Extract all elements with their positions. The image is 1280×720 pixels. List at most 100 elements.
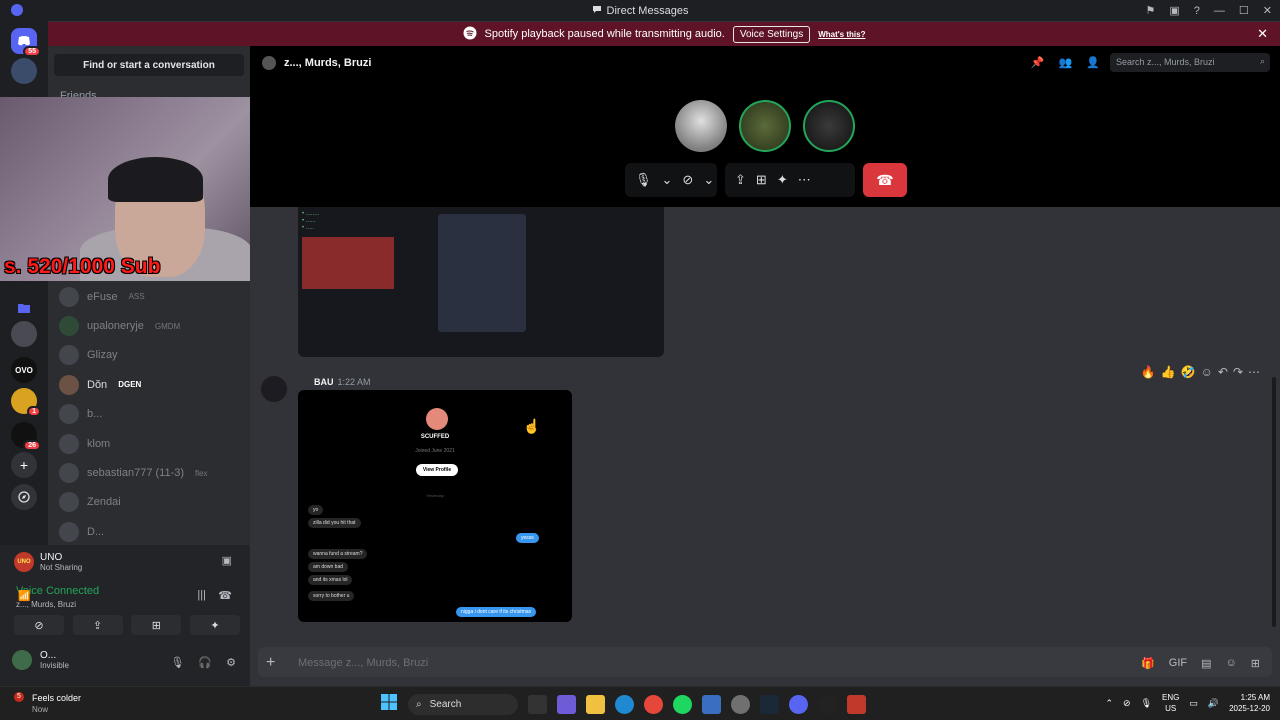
sticker-icon[interactable]: ▤ — [1201, 657, 1211, 670]
task-view-icon[interactable] — [528, 695, 547, 714]
voice-settings-button[interactable]: Voice Settings — [732, 25, 811, 43]
reply-icon[interactable]: ↶ — [1218, 365, 1228, 379]
dm-item[interactable]: Glizay — [48, 341, 250, 370]
dm-item[interactable]: upaloneryje GMDM — [48, 311, 250, 340]
mic-icon[interactable]: 🎙 — [170, 656, 184, 669]
screen-share-button[interactable]: ⇪ — [72, 615, 123, 635]
participant-avatar[interactable] — [675, 100, 727, 152]
copilot-icon[interactable] — [557, 695, 576, 714]
add-friends-icon[interactable]: 👥 — [1059, 56, 1073, 69]
message-image[interactable]: • ........ • ...... • ..... — [298, 207, 664, 357]
mic-icon[interactable]: 🎙 — [635, 172, 652, 188]
chevron-up-icon[interactable]: ⌃ — [1105, 698, 1113, 709]
participant-avatar[interactable] — [739, 100, 791, 152]
guild-icon[interactable]: 1 — [11, 388, 41, 417]
language-indicator[interactable]: ENG US — [1162, 692, 1179, 714]
chevron-down-icon[interactable]: ⌄ — [703, 172, 714, 188]
start-icon[interactable] — [380, 693, 398, 716]
dm-tag: flex — [195, 468, 208, 478]
dm-item[interactable]: Zendai — [48, 488, 250, 517]
dm-item[interactable]: sebastian777 (11-3) flex — [48, 458, 250, 487]
reaction-fire[interactable]: 🔥 — [1141, 365, 1156, 379]
search-input[interactable]: Search z..., Murds, Bruzi ⌕ — [1110, 53, 1270, 72]
emoji-icon[interactable]: ☺ — [1226, 657, 1237, 670]
chevron-down-icon[interactable]: ⌄ — [662, 172, 673, 188]
edge-icon[interactable] — [615, 695, 634, 714]
activity-row[interactable]: UNO UNO Not Sharing — [14, 552, 82, 572]
add-reaction-icon[interactable]: ☺ — [1201, 365, 1213, 379]
hang-up-button[interactable]: ☎ — [863, 163, 907, 197]
clock[interactable]: 1:25 AM 2025-12-20 — [1229, 692, 1270, 714]
close-window-button[interactable]: ✕ — [1263, 4, 1272, 17]
forward-icon[interactable]: ↷ — [1233, 365, 1243, 379]
ovo-guild-icon[interactable]: OVO — [11, 357, 37, 383]
spotify-icon[interactable] — [673, 695, 692, 714]
network-off-icon[interactable]: ⊘ — [1123, 698, 1131, 709]
gift-icon[interactable]: 🎁 — [1141, 657, 1155, 670]
scrollbar[interactable] — [1272, 377, 1276, 627]
more-icon[interactable]: ⋯ — [1248, 365, 1260, 379]
reaction-laugh[interactable]: 🤣 — [1181, 365, 1196, 379]
activity-name: UNO — [40, 552, 63, 563]
guild-icon[interactable] — [11, 321, 37, 347]
headphones-icon[interactable]: 🎧 — [198, 656, 212, 669]
home-button[interactable]: 55 — [11, 28, 41, 57]
file-explorer-icon[interactable] — [586, 695, 605, 714]
camera-off-icon[interactable]: ⊘ — [682, 172, 693, 188]
avatar[interactable] — [260, 375, 288, 403]
apps-icon[interactable]: ⊞ — [1251, 657, 1260, 670]
discord-icon[interactable] — [789, 695, 808, 714]
mic-icon[interactable]: 🎙 — [1141, 698, 1152, 709]
settings-icon[interactable]: ⚙ — [226, 656, 236, 669]
dm-item[interactable]: D... — [48, 517, 250, 546]
discover-icon[interactable] — [11, 484, 37, 510]
obs-icon[interactable] — [818, 695, 837, 714]
inbox-icon[interactable]: ⚑ — [1146, 4, 1156, 17]
banner-close-icon[interactable]: ✕ — [1257, 26, 1268, 42]
attach-icon[interactable]: + — [266, 654, 275, 672]
dm-item[interactable]: b... — [48, 400, 250, 429]
message-author[interactable]: BAU — [314, 377, 334, 387]
activities-button[interactable]: ⊞ — [131, 615, 182, 635]
notepad-icon[interactable] — [702, 695, 721, 714]
soundboard-button[interactable]: ✦ — [189, 615, 240, 635]
disconnect-icon[interactable]: ☎ — [218, 589, 232, 602]
uno-app-icon[interactable] — [847, 695, 866, 714]
account-row[interactable]: O... Invisible — [12, 650, 69, 670]
message-actions: 🔥 👍 🤣 ☺ ↶ ↷ ⋯ — [1141, 365, 1260, 379]
noise-suppression-icon[interactable]: ||| — [197, 589, 206, 601]
screen-icon[interactable]: ▣ — [1169, 4, 1179, 17]
display-icon[interactable]: ▭ — [1189, 698, 1198, 709]
reaction-thumbs-up[interactable]: 👍 — [1161, 365, 1176, 379]
volume-icon[interactable]: 🔊 — [1208, 698, 1219, 709]
share-activity-icon[interactable]: ▣ — [222, 554, 232, 567]
guild-icon[interactable] — [11, 58, 37, 84]
maximize-button[interactable]: ☐ — [1239, 4, 1249, 17]
steam-icon[interactable] — [760, 695, 779, 714]
add-server-icon[interactable]: + — [11, 452, 37, 478]
activities-icon[interactable]: ⊞ — [756, 172, 767, 188]
dm-tag: ASS — [128, 292, 145, 302]
pin-icon[interactable]: 📌 — [1031, 56, 1045, 69]
more-icon[interactable]: ⋯ — [798, 172, 811, 188]
settings-icon[interactable] — [731, 695, 750, 714]
chrome-icon[interactable] — [644, 695, 663, 714]
camera-off-button[interactable]: ⊘ — [14, 615, 64, 635]
members-icon[interactable]: 👤 — [1086, 56, 1100, 69]
avatar — [59, 286, 79, 307]
participant-avatar[interactable] — [803, 100, 855, 152]
folder-icon[interactable] — [11, 295, 37, 321]
find-conversation-input[interactable]: Find or start a conversation — [54, 54, 244, 76]
soundboard-icon[interactable]: ✦ — [777, 172, 788, 188]
dm-item[interactable]: klom — [48, 429, 250, 458]
guild-icon[interactable]: 26 — [11, 422, 41, 451]
taskbar-search[interactable]: ⌕ Search — [408, 694, 518, 715]
minimize-button[interactable]: — — [1214, 5, 1225, 17]
screen-share-icon[interactable]: ⇪ — [735, 172, 746, 188]
whats-this-link[interactable]: What's this? — [818, 30, 865, 39]
dm-item[interactable]: Dŏn DGEN — [48, 370, 250, 399]
help-icon[interactable]: ? — [1194, 5, 1200, 17]
dm-item[interactable]: eFuse ASS — [48, 282, 250, 311]
weather-widget[interactable]: 5 Feels colder Now — [14, 692, 81, 715]
gif-icon[interactable]: GIF — [1169, 657, 1187, 670]
